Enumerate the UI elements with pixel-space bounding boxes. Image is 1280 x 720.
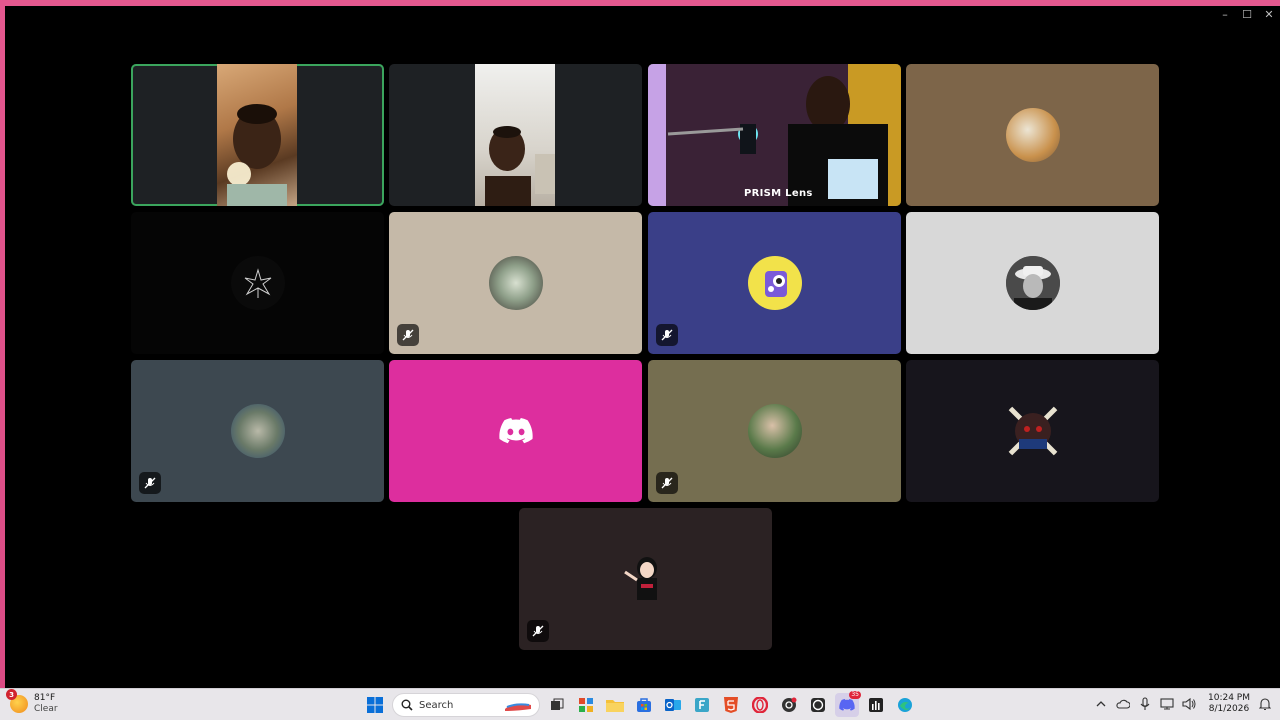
participant-video-tile[interactable] [131,64,384,206]
notification-badge: 3 [6,689,17,700]
file-explorer-icon[interactable] [603,693,627,717]
avatar [747,404,802,458]
maximize-button[interactable]: ☐ [1236,6,1258,22]
edge-browser-icon[interactable] [893,693,917,717]
weather-condition: Clear [34,704,58,714]
participant-tile[interactable] [389,360,642,502]
discord-icon[interactable]: 35 [835,691,861,717]
weather-sun-icon: 3 [6,689,28,713]
muted-mic-icon [139,472,161,494]
clock-date: 8/1/2026 [1208,704,1250,714]
avatar [1005,256,1060,310]
html5-icon[interactable] [719,693,743,717]
participant-tile[interactable] [906,360,1159,502]
participant-tile[interactable] [648,212,901,354]
discord-call-window: – ☐ ✕ PRISM Lens [5,6,1280,688]
participant-tile[interactable] [906,212,1159,354]
participant-video-tile[interactable] [389,64,642,206]
weather-temperature: 81°F [34,693,56,703]
discord-logo-icon [498,418,533,444]
muted-mic-icon [527,620,549,642]
chevron-up-icon[interactable] [1094,697,1108,711]
search-placeholder: Search [419,699,454,711]
outlook-icon[interactable] [661,693,685,717]
audio-visualizer-app-icon[interactable] [864,693,888,717]
muted-mic-icon [656,324,678,346]
clock-time: 10:24 PM [1208,693,1250,703]
task-view-icon[interactable] [545,693,569,717]
microsoft-store-icon[interactable] [632,693,656,717]
window-controls: – ☐ ✕ [1214,6,1280,22]
avatar [1001,399,1065,463]
opera-browser-icon[interactable] [748,693,772,717]
muted-mic-icon [656,472,678,494]
chatgpt-icon[interactable] [777,693,801,717]
participant-tile[interactable] [906,64,1159,206]
discord-notification-badge: 35 [849,691,861,699]
avatar [230,404,285,458]
avatar [488,256,543,310]
onedrive-cloud-icon[interactable] [1116,697,1130,711]
form-app-icon[interactable] [690,693,714,717]
avatar [1005,108,1060,162]
weather-widget[interactable]: 3 81°F Clear [6,689,58,715]
participant-tile[interactable] [131,360,384,502]
start-windows-icon[interactable] [363,693,387,717]
search-icon [401,699,413,711]
overlay-watermark: PRISM Lens [744,188,813,199]
muted-mic-icon [397,324,419,346]
participant-tile[interactable] [519,508,772,650]
participant-video [475,64,555,206]
news-app-icon[interactable] [574,693,598,717]
volume-icon[interactable] [1182,697,1196,711]
search-highlight-icon [505,703,531,711]
participant-tile[interactable] [131,212,384,354]
participant-video [648,64,901,206]
avatar [747,256,802,310]
participant-tile[interactable] [389,212,642,354]
microphone-icon[interactable] [1138,697,1152,711]
obs-studio-icon[interactable] [806,693,830,717]
close-button[interactable]: ✕ [1258,6,1280,22]
participant-video [217,64,297,206]
system-clock[interactable]: 10:24 PM 8/1/2026 [1208,693,1250,715]
network-icon[interactable] [1160,697,1174,711]
minimize-button[interactable]: – [1214,6,1236,22]
participant-video-tile[interactable]: PRISM Lens [648,64,901,206]
taskbar-search-box[interactable]: Search [392,693,540,717]
participant-tile[interactable] [648,360,901,502]
notification-bell-icon[interactable] [1258,697,1272,711]
taskbar: 3 81°F Clear Search 35 10:24 PM 8/1/2026 [0,688,1280,720]
avatar [230,256,285,310]
avatar [621,554,671,604]
